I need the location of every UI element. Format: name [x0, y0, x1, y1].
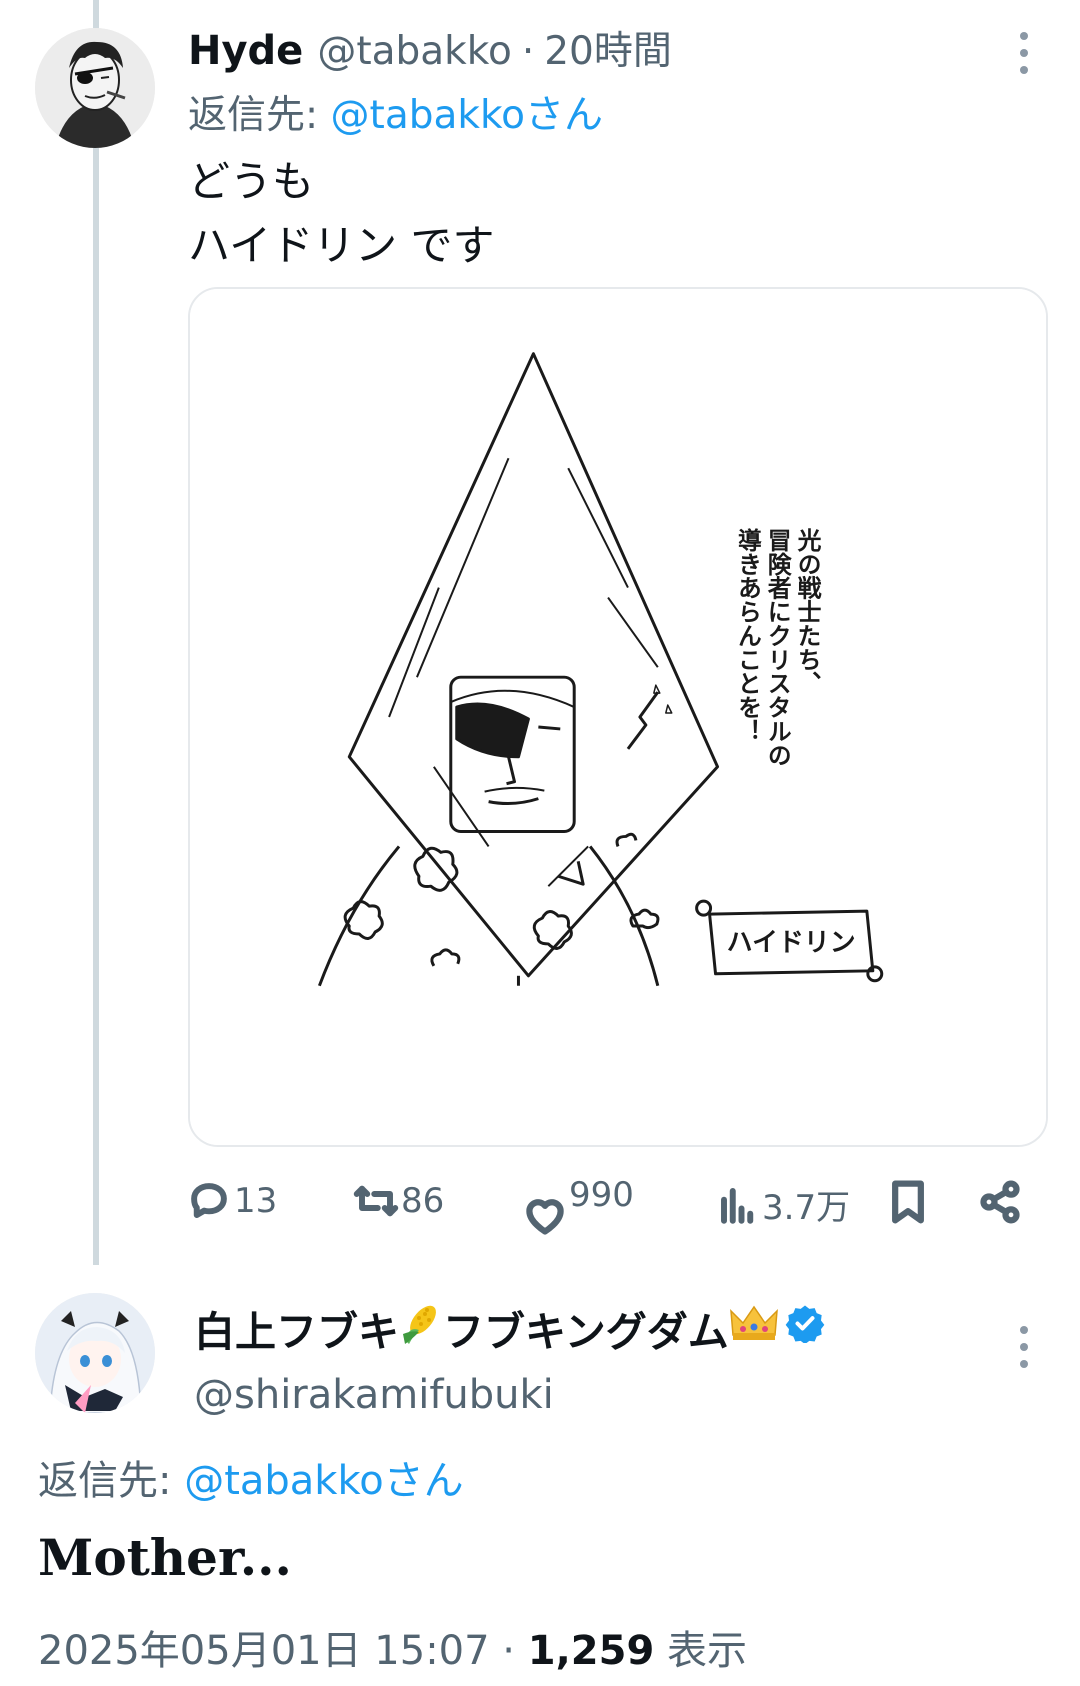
reply-prefix: 返信先: [188, 93, 331, 138]
reply-handle-link[interactable]: @tabakkoさん [184, 1458, 463, 1504]
tweet1-time[interactable]: 20時間 [544, 20, 672, 76]
repost-count: 86 [401, 1181, 445, 1221]
tweet1-body: どうも ハイドリン です [188, 150, 495, 278]
display-name-part: フブキングダム [443, 1308, 729, 1356]
corn-emoji [399, 1300, 443, 1356]
caption-line: 冒険者にクリスタルの [763, 528, 791, 767]
more-icon[interactable] [1014, 1326, 1034, 1368]
tweet1-display-name[interactable]: Hyde [188, 28, 303, 74]
tweet2-view-count: 1,259 [527, 1628, 655, 1674]
views-count: 3.7万 [762, 1188, 851, 1228]
tweet2-display-name[interactable]: 白上フブキ フブキングダム [194, 1298, 825, 1358]
views-icon [721, 1187, 754, 1224]
caption-line: 光の戦士たち、 [793, 528, 822, 695]
tweet2-view-label: 表示 [654, 1628, 747, 1674]
tweet2-separator: · [489, 1628, 528, 1674]
crown-emoji [729, 1303, 779, 1353]
nameplate-text: ハイドリン [727, 928, 856, 958]
bookmark-icon [892, 1180, 924, 1224]
tweet2-meta: 2025年05月01日 15:07 · 1,259 表示 [38, 1618, 747, 1676]
tweet1-body-line: ハイドリン です [188, 221, 495, 270]
repost-button[interactable]: 86 [353, 1180, 444, 1222]
share-icon [980, 1180, 1020, 1224]
reply-icon [191, 1183, 227, 1218]
reply-button[interactable]: 13 [188, 1180, 277, 1222]
thread-connector-line [93, 0, 99, 1265]
bookmark-button[interactable] [888, 1180, 928, 1224]
reply-handle-link[interactable]: @tabakkoさん [331, 93, 604, 138]
avatar-hyde[interactable] [35, 28, 155, 148]
more-icon[interactable] [1014, 32, 1034, 74]
tweet2-timestamp[interactable]: 2025年05月01日 15:07 [38, 1628, 490, 1674]
tweet2-header: 白上フブキ フブキングダム @shirakamifubuki [194, 1298, 825, 1418]
like-count: 990 [569, 1175, 634, 1215]
tweet1-action-bar: 13 86 990 3.7万 [188, 1172, 1048, 1242]
tweet2-handle[interactable]: @shirakamifubuki [194, 1372, 825, 1418]
reply-prefix: 返信先: [38, 1458, 185, 1504]
tweet1-body-line: どうも [188, 157, 315, 206]
like-icon [526, 1199, 564, 1235]
tweet1-image[interactable]: ハイドリン 光の戦士たち、 冒険者にクリスタルの 導きあらんことを！ [188, 287, 1048, 1147]
tweet2-reply-to: 返信先: @tabakkoさん [38, 1448, 464, 1506]
avatar-shirakami-fubuki[interactable] [35, 1293, 155, 1413]
tweet1-header: Hyde @tabakko · 20時間 [188, 20, 672, 76]
verified-badge-icon[interactable] [785, 1303, 825, 1353]
views-button[interactable]: 3.7万 [718, 1180, 850, 1229]
display-name-part: 白上フブキ [194, 1308, 399, 1356]
like-button[interactable]: 990 [523, 1164, 634, 1236]
repost-icon [353, 1185, 399, 1217]
tweet1-reply-to: 返信先: @tabakkoさん [188, 84, 603, 140]
tweet2-body: Mother... [38, 1528, 292, 1587]
caption-line: 導きあらんことを！ [733, 527, 761, 743]
reply-count: 13 [234, 1181, 278, 1221]
share-button[interactable] [978, 1180, 1022, 1224]
tweet1-handle[interactable]: @tabakko [317, 29, 512, 74]
tweet1-separator: · [521, 29, 535, 74]
